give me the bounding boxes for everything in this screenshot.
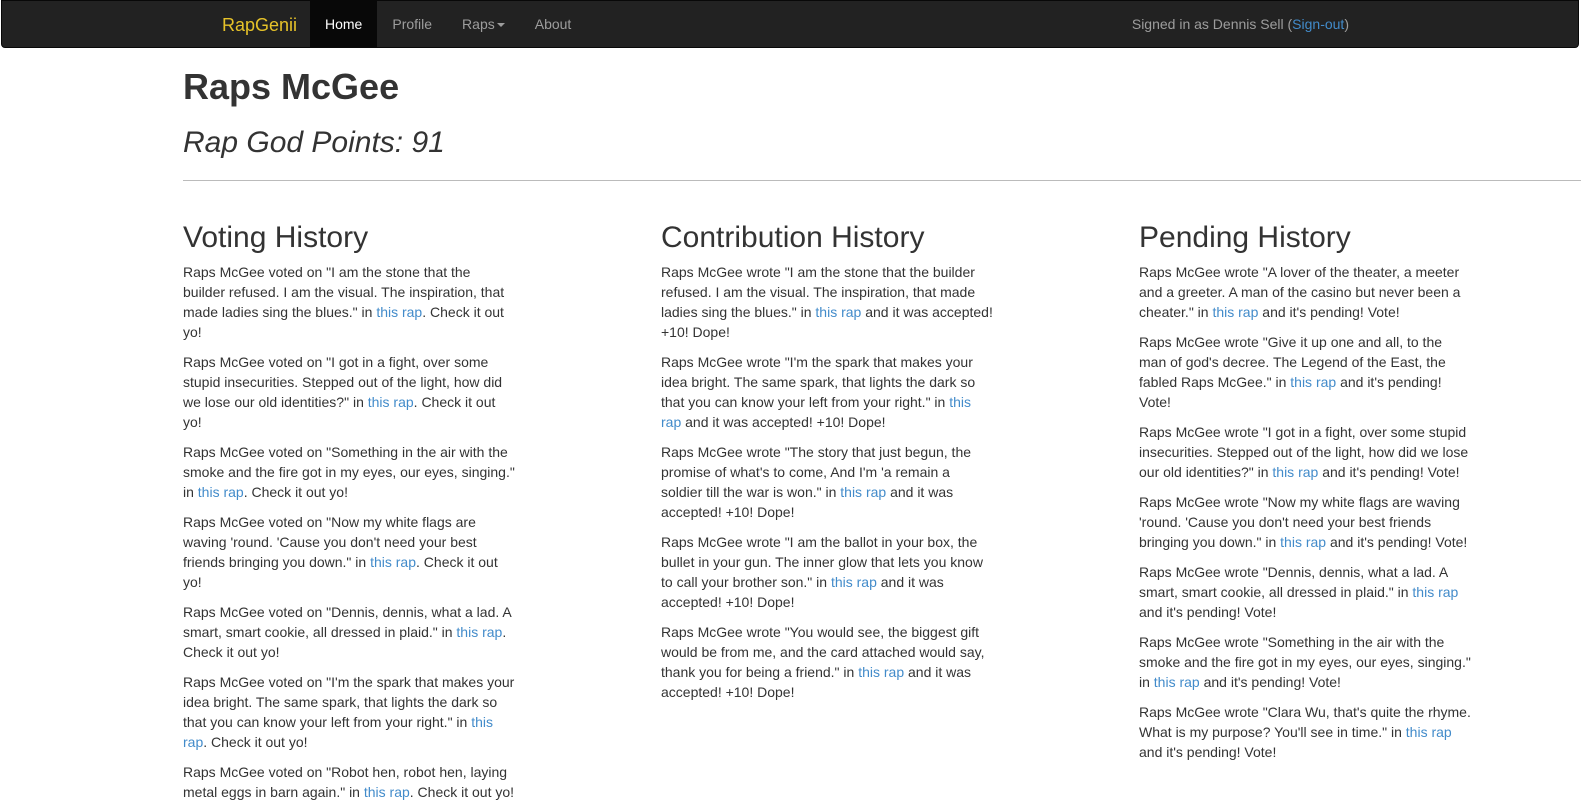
this-rap-link[interactable]: this rap bbox=[858, 664, 904, 680]
contribution-history-section: Contribution History Raps McGee wrote "I… bbox=[661, 220, 993, 712]
signed-in-status: Signed in as Dennis Sell (Sign-out) bbox=[1132, 16, 1349, 32]
this-rap-link[interactable]: this rap bbox=[370, 554, 416, 570]
entry-status: and it was accepted! +10! Dope! bbox=[681, 414, 886, 430]
entry-status: . Check it out yo! bbox=[243, 484, 348, 500]
history-entry: Raps McGee wrote "Something in the air w… bbox=[1139, 632, 1471, 692]
history-entry: Raps McGee wrote "A lover of the theater… bbox=[1139, 262, 1471, 322]
voting-history-section: Voting History Raps McGee voted on "I am… bbox=[183, 220, 515, 812]
main-nav: Home Profile Raps About bbox=[310, 1, 586, 49]
voting-history-list: Raps McGee voted on "I am the stone that… bbox=[183, 262, 515, 802]
signed-in-text: Signed in as Dennis Sell ( bbox=[1131, 16, 1293, 32]
pending-history-title: Pending History bbox=[1139, 221, 1351, 254]
this-rap-link[interactable]: this rap bbox=[456, 624, 502, 640]
history-entry: Raps McGee voted on "I'm the spark that … bbox=[183, 672, 515, 752]
history-entry: Raps McGee wrote "Dennis, dennis, what a… bbox=[1139, 562, 1471, 622]
history-entry: Raps McGee wrote "I am the stone that th… bbox=[661, 262, 993, 342]
nav-raps-dropdown[interactable]: Raps bbox=[447, 1, 520, 48]
history-entry: Raps McGee wrote "I am the ballot in you… bbox=[661, 532, 993, 612]
contribution-history-title: Contribution History bbox=[661, 221, 925, 254]
nav-about[interactable]: About bbox=[520, 1, 587, 48]
rap-god-points: Rap God Points: 91 bbox=[183, 126, 445, 159]
history-entry: Raps McGee wrote "I'm the spark that mak… bbox=[661, 352, 993, 432]
this-rap-link[interactable]: this rap bbox=[1406, 724, 1452, 740]
this-rap-link[interactable]: this rap bbox=[1412, 584, 1458, 600]
entry-text: Raps McGee voted on "I'm the spark that … bbox=[183, 674, 515, 730]
history-entry: Raps McGee voted on "Dennis, dennis, wha… bbox=[183, 602, 515, 662]
entry-status: and it's pending! Vote! bbox=[1326, 534, 1468, 550]
this-rap-link[interactable]: this rap bbox=[1212, 304, 1258, 320]
history-entry: Raps McGee wrote "Give it up one and all… bbox=[1139, 332, 1471, 412]
profile-name: Raps McGee bbox=[183, 66, 400, 107]
history-entry: Raps McGee voted on "I am the stone that… bbox=[183, 262, 515, 342]
entry-status: and it's pending! Vote! bbox=[1318, 464, 1460, 480]
this-rap-link[interactable]: this rap bbox=[368, 394, 414, 410]
divider bbox=[183, 180, 1581, 181]
this-rap-link[interactable]: this rap bbox=[815, 304, 861, 320]
this-rap-link[interactable]: this rap bbox=[1290, 374, 1336, 390]
entry-status: . Check it out yo! bbox=[409, 784, 515, 800]
this-rap-link[interactable]: this rap bbox=[376, 304, 422, 320]
caret-down-icon bbox=[496, 23, 505, 28]
history-entry: Raps McGee voted on "Something in the ai… bbox=[183, 442, 515, 502]
history-entry: Raps McGee voted on "Now my white flags … bbox=[183, 512, 515, 592]
top-navbar: RapGenii Home Profile Raps About Signed … bbox=[1, 0, 1579, 48]
nav-profile[interactable]: Profile bbox=[377, 1, 447, 48]
history-entry: Raps McGee wrote "I got in a fight, over… bbox=[1139, 422, 1471, 482]
history-entry: Raps McGee voted on "Robot hen, robot he… bbox=[183, 762, 515, 802]
this-rap-link[interactable]: this rap bbox=[1154, 674, 1200, 690]
history-entry: Raps McGee wrote "The story that just be… bbox=[661, 442, 993, 522]
history-entry: Raps McGee wrote "You would see, the big… bbox=[661, 622, 993, 702]
this-rap-link[interactable]: this rap bbox=[840, 484, 886, 500]
nav-raps-label: Raps bbox=[462, 16, 495, 32]
brand-logo[interactable]: RapGenii bbox=[222, 15, 297, 36]
this-rap-link[interactable]: this rap bbox=[1280, 534, 1326, 550]
entry-status: and it's pending! Vote! bbox=[1258, 304, 1400, 320]
signed-in-suffix: ) bbox=[1344, 16, 1349, 32]
sign-out-link[interactable]: Sign-out bbox=[1292, 16, 1344, 32]
history-entry: Raps McGee voted on "I got in a fight, o… bbox=[183, 352, 515, 432]
entry-status: . Check it out yo! bbox=[203, 734, 308, 750]
this-rap-link[interactable]: this rap bbox=[831, 574, 877, 590]
pending-history-list: Raps McGee wrote "A lover of the theater… bbox=[1139, 262, 1471, 762]
history-entry: Raps McGee wrote "Now my white flags are… bbox=[1139, 492, 1471, 552]
contribution-history-list: Raps McGee wrote "I am the stone that th… bbox=[661, 262, 993, 702]
entry-text: Raps McGee wrote "Dennis, dennis, what a… bbox=[1139, 564, 1448, 600]
entry-status: and it's pending! Vote! bbox=[1139, 744, 1277, 760]
this-rap-link[interactable]: this rap bbox=[1272, 464, 1318, 480]
entry-text: Raps McGee wrote "I'm the spark that mak… bbox=[661, 354, 976, 410]
this-rap-link[interactable]: this rap bbox=[198, 484, 244, 500]
pending-history-section: Pending History Raps McGee wrote "A love… bbox=[1139, 220, 1471, 772]
this-rap-link[interactable]: this rap bbox=[364, 784, 410, 800]
history-entry: Raps McGee wrote "Clara Wu, that's quite… bbox=[1139, 702, 1471, 762]
voting-history-title: Voting History bbox=[183, 221, 369, 254]
nav-home[interactable]: Home bbox=[310, 1, 378, 48]
entry-status: and it's pending! Vote! bbox=[1139, 604, 1277, 620]
entry-status: and it's pending! Vote! bbox=[1199, 674, 1341, 690]
